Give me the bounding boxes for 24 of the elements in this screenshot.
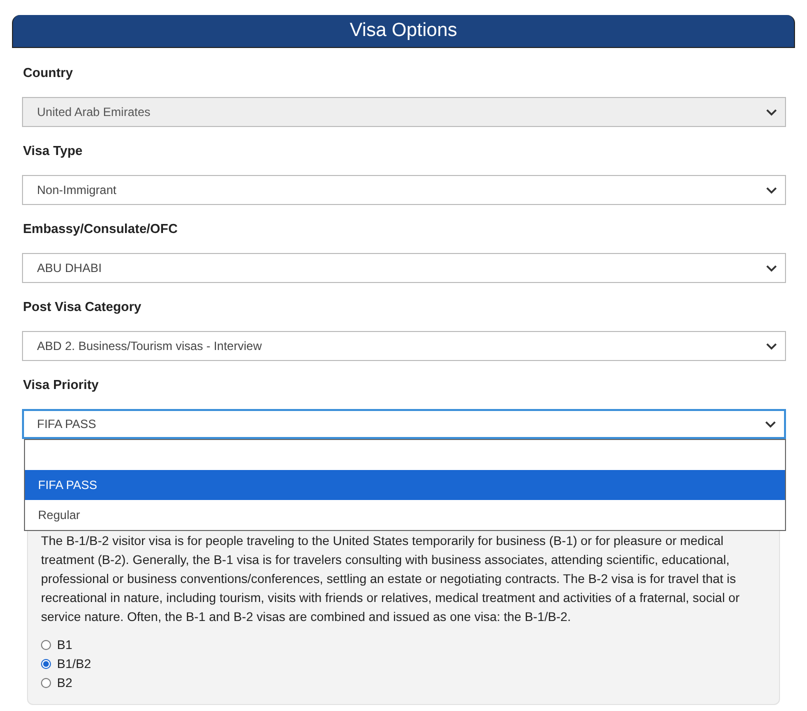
visa-description: The B-1/B-2 visitor visa is for people traveling to the United States temporarily for business (B-1) or for pleasure or medical treatment (B-2). Generally, the B-1 visa is for travelers consulting with business associates, attending scientific, educational, professional or business conventions/conferences, settling an estate or negotiating contracts. The B-2 visa is for travel that is recreational in nature, including tourism, visits with friends or relatives, medical treatment and activities of a fraternal, social or service nature. Often, the B-1 and B-2 visas are combined and issued as one visa: the B-1/B-2. xyxy=(41,533,741,626)
header-bar: Visa Options xyxy=(12,15,795,48)
field-label: Country xyxy=(22,64,74,82)
chevron-down-icon xyxy=(765,420,776,428)
radio-button[interactable] xyxy=(41,640,51,650)
radio-button[interactable] xyxy=(41,658,51,668)
chevron-down-icon xyxy=(766,186,777,194)
radio-button[interactable] xyxy=(41,678,51,688)
select-field[interactable]: Non-Immigrant xyxy=(22,175,786,205)
chevron-down-icon xyxy=(766,342,777,350)
field-label: Visa Type xyxy=(22,142,84,160)
chevron-down-icon xyxy=(766,264,777,272)
field-label: Post Visa Category xyxy=(22,298,142,316)
select-field[interactable]: ABD 2. Business/Tourism visas - Interview xyxy=(22,331,786,361)
radio-label: B1/B2 xyxy=(57,656,92,670)
chevron-down-icon xyxy=(766,108,777,116)
select-field[interactable]: ABU DHABI xyxy=(22,253,786,283)
field-label: Visa Priority xyxy=(22,376,100,394)
radio-label: B1 xyxy=(57,638,72,652)
select-field[interactable]: FIFA PASS xyxy=(22,409,786,439)
radio-label: B2 xyxy=(57,676,72,690)
field-label: Embassy/Consulate/OFC xyxy=(22,220,179,238)
dropdown-option[interactable]: FIFA PASS xyxy=(25,470,785,500)
dropdown-option[interactable]: Regular xyxy=(25,500,785,530)
